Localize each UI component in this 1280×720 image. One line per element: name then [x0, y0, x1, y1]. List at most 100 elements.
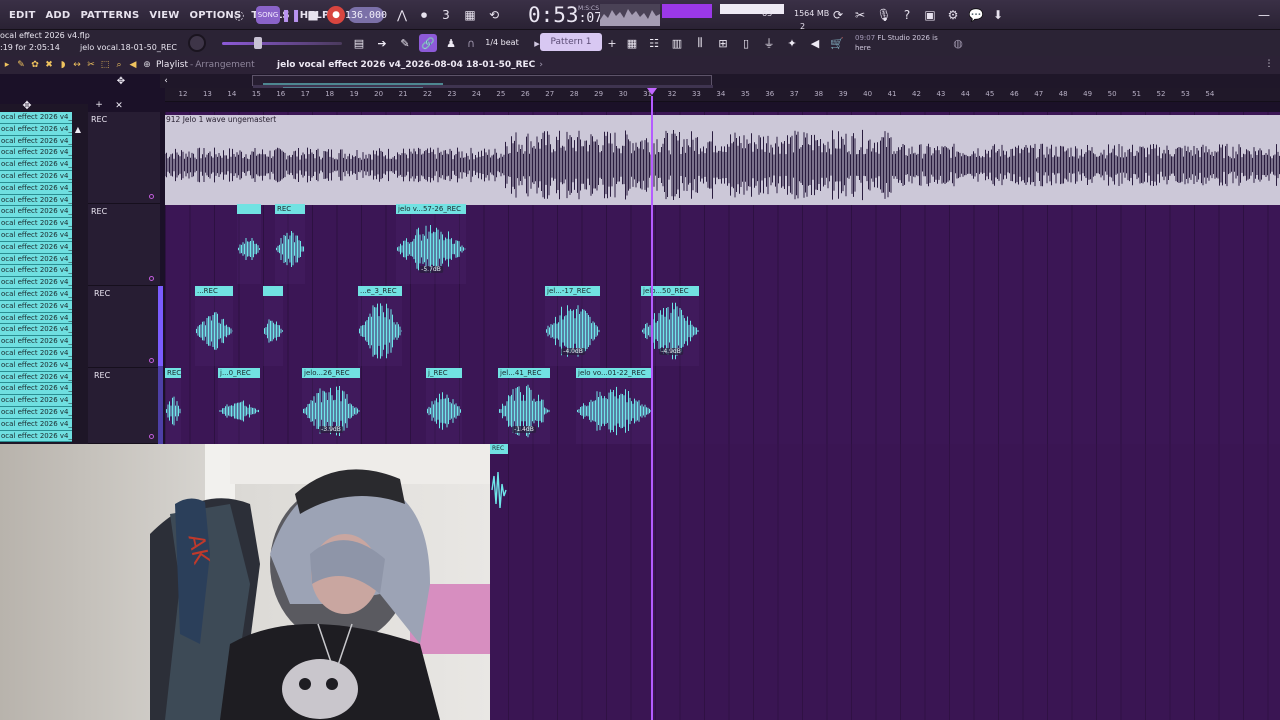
menu-edit[interactable]: EDIT: [4, 10, 40, 21]
audio-clip[interactable]: [237, 204, 261, 284]
track-record-dot[interactable]: [149, 358, 154, 363]
clip-list-item[interactable]: ocal effect 2026 v4_2: [0, 371, 72, 384]
speaker-icon[interactable]: ◀: [806, 34, 824, 52]
refresh-icon[interactable]: ⟳: [828, 5, 848, 25]
clip-list-item[interactable]: ocal effect 2026 v4_2: [0, 395, 72, 407]
pattern-song-toggle[interactable]: SONG: [256, 6, 280, 24]
link-icon[interactable]: 🔗: [419, 34, 437, 52]
clip-list-item[interactable]: ocal effect 2026 v4_2: [0, 123, 72, 136]
clip-list-item[interactable]: ocal effect 2026 v4_2: [0, 277, 72, 289]
mixer-icon[interactable]: ⫼: [691, 34, 709, 52]
clip-list-item[interactable]: ocal effect 2026 v4_2: [0, 229, 72, 242]
clip-list-item[interactable]: ocal effect 2026 v4_2: [0, 312, 72, 325]
audio-clip[interactable]: REC: [490, 444, 508, 526]
track-header-4[interactable]: REC: [88, 368, 160, 444]
clip-list-item[interactable]: ocal effect 2026 v4_2: [0, 336, 72, 348]
master-pitch-handle[interactable]: [254, 37, 262, 49]
audio-clip[interactable]: jelo vo...01-22_REC: [576, 368, 652, 444]
browser-icon[interactable]: ⊞: [714, 34, 732, 52]
snap-tool-icon[interactable]: ▸: [0, 58, 14, 72]
microphone-icon[interactable]: 🎙: [874, 5, 894, 25]
playhead-marker[interactable]: [647, 88, 657, 95]
clip-list-item[interactable]: ocal effect 2026 v4_2: [0, 241, 72, 254]
audio-clip[interactable]: [263, 286, 283, 366]
piano-roll-view-icon[interactable]: ▥: [668, 34, 686, 52]
wait-for-input-icon[interactable]: ⏺: [414, 5, 434, 25]
clip-list-item[interactable]: ocal effect 2026 v4_2: [0, 147, 72, 160]
audio-clip[interactable]: ...REC: [195, 286, 233, 366]
clip-list-item[interactable]: ocal effect 2026 v4_2: [0, 430, 72, 443]
menu-add[interactable]: ADD: [40, 10, 75, 21]
audio-clip[interactable]: jel...-17_REC -4.0dB: [545, 286, 600, 366]
audio-clip[interactable]: j_REC: [426, 368, 462, 444]
mute-tool-icon[interactable]: ◗: [56, 58, 70, 72]
slice-tool-icon[interactable]: ✂: [84, 58, 98, 72]
clip-list-item[interactable]: ocal effect 2026 v4_2: [0, 383, 72, 396]
draw-tool-icon[interactable]: ✎: [396, 34, 414, 52]
piano-roll-icon[interactable]: ▤: [350, 34, 368, 52]
help-icon[interactable]: ?: [897, 5, 917, 25]
audio-clip[interactable]: j...0_REC: [218, 368, 260, 444]
cart-icon[interactable]: 🛒: [828, 34, 846, 52]
audio-clip[interactable]: jelo...26_REC -3.9dB: [302, 368, 360, 444]
track-record-dot[interactable]: [149, 276, 154, 281]
stamp-icon[interactable]: ♟: [442, 34, 460, 52]
audio-clip[interactable]: jelo v...57-26_REC -5.7dB: [396, 204, 466, 284]
clip-list-item[interactable]: ocal effect 2026 v4_2: [0, 265, 72, 278]
clip-list-item[interactable]: ocal effect 2026 v4_2: [0, 112, 72, 124]
track-header-3[interactable]: REC: [88, 286, 160, 368]
zoom-tool-icon[interactable]: ⌕: [112, 58, 126, 72]
globe-icon[interactable]: ◍: [949, 34, 967, 52]
loop-record-icon[interactable]: ⟲: [484, 5, 504, 25]
track-record-dot[interactable]: [149, 434, 154, 439]
clip-list-item[interactable]: ocal effect 2026 v4_2: [0, 359, 72, 372]
delete-tool-icon[interactable]: ✖: [42, 58, 56, 72]
playback-tool-icon[interactable]: ◀: [126, 58, 140, 72]
audio-clip[interactable]: jel...41_REC -1.4dB: [498, 368, 550, 444]
record-button[interactable]: ●: [327, 6, 345, 24]
cut-icon[interactable]: ✂: [850, 5, 870, 25]
plugin-picker-icon[interactable]: ⏚: [760, 34, 778, 52]
clip-list-item[interactable]: ocal effect 2026 v4_2: [0, 218, 72, 230]
audio-clip[interactable]: REC: [275, 204, 305, 284]
clip-list-item[interactable]: ocal effect 2026 v4_2: [0, 253, 72, 266]
move-icon[interactable]: ✥: [112, 72, 130, 90]
playlist-scroll-thumb[interactable]: [252, 75, 713, 89]
scroll-up-icon[interactable]: ▲: [70, 120, 86, 138]
stop-button[interactable]: ■: [303, 5, 323, 25]
clip-list-item[interactable]: ocal effect 2026 v4_2: [0, 206, 72, 219]
clip-list-item[interactable]: ocal effect 2026 v4_2: [0, 135, 72, 148]
pencil-tool-icon[interactable]: ✎: [14, 58, 28, 72]
clip-list-item[interactable]: ocal effect 2026 v4_2: [0, 194, 72, 207]
clip-list-item[interactable]: ocal effect 2026 v4_2: [0, 288, 72, 301]
save-icon[interactable]: ▣: [920, 5, 940, 25]
arrow-right-icon[interactable]: ➔: [373, 34, 391, 52]
menu-patterns[interactable]: PATTERNS: [75, 10, 144, 21]
master-pitch-slider[interactable]: [222, 42, 342, 45]
clip-list-item[interactable]: ocal effect 2026 v4_2: [0, 170, 72, 183]
menu-view[interactable]: VIEW: [144, 10, 184, 21]
add-pattern-icon[interactable]: +: [603, 34, 621, 52]
plugin-icon[interactable]: ⚙: [943, 5, 963, 25]
tempo-display[interactable]: 136.000: [345, 7, 387, 23]
clip-list-item[interactable]: ocal effect 2026 v4_2: [0, 406, 72, 419]
news-panel[interactable]: 09:07 FL Studio 2026 is here: [855, 33, 955, 53]
step-edit-icon[interactable]: ▦: [460, 5, 480, 25]
paint-tool-icon[interactable]: ✿: [28, 58, 42, 72]
audio-clip[interactable]: REC: [165, 368, 181, 444]
track-header-1[interactable]: REC: [88, 112, 160, 204]
select-tool-icon[interactable]: ⬚: [98, 58, 112, 72]
clip-list-item[interactable]: ocal effect 2026 v4_2: [0, 182, 72, 195]
snap-select[interactable]: 1/4 beat: [478, 34, 526, 50]
download-icon[interactable]: ⬇: [988, 5, 1008, 25]
more-icon[interactable]: ⋮: [1262, 57, 1276, 71]
countdown-icon[interactable]: 3: [436, 5, 456, 25]
tools-icon[interactable]: ✦: [783, 34, 801, 52]
pattern-select[interactable]: Pattern 1: [540, 33, 602, 51]
clip-list-item[interactable]: ocal effect 2026 v4_2: [0, 418, 72, 431]
timeline-ruler[interactable]: 12 13 14 15 16 17 18 19 20 21 22 23 24 25 26 27 28 29 30 31…: [165, 88, 1280, 102]
clip-list-item[interactable]: ocal effect 2026 v4_2: [0, 347, 72, 360]
minimize-icon[interactable]: —: [1254, 5, 1274, 25]
playlist-view-icon[interactable]: ▦: [623, 34, 641, 52]
clip-list-item[interactable]: ocal effect 2026 v4_2: [0, 159, 72, 171]
